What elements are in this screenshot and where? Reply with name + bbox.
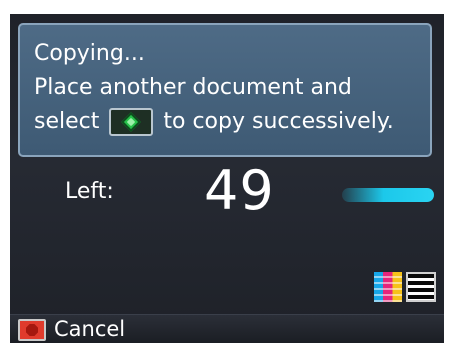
message-line-3-before: select [34,109,100,134]
message-line-2: Place another document and [34,75,352,100]
status-message-box: Copying... Place another document and se… [18,23,432,157]
message-line-1: Copying... [34,41,145,66]
copies-left-value: 49 [204,159,275,222]
copy-progress-bar [342,188,434,202]
cancel-label: Cancel [54,317,126,341]
stop-button-icon [18,319,46,341]
black-white-copy-icon [406,272,436,302]
color-copy-icon [374,272,402,302]
cancel-bar[interactable]: Cancel [10,314,444,343]
message-line-3: select to copy successively. [34,105,420,139]
copies-left-label: Left: [65,179,114,204]
start-button-icon [109,108,154,136]
printer-display: Copying... Place another document and se… [10,14,444,343]
message-line-3-after: to copy successively. [163,109,394,134]
